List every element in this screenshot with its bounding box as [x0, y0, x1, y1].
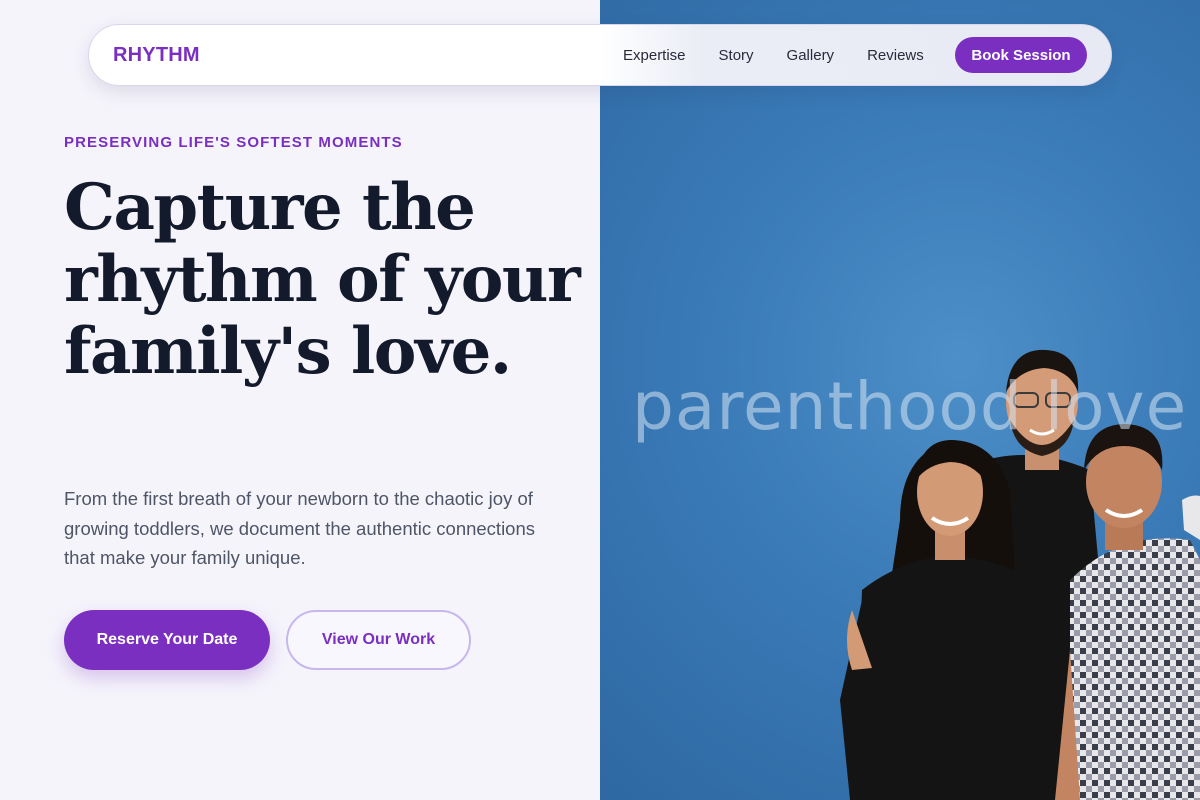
hero-lede: From the first breath of your newborn to…	[64, 488, 536, 568]
nav-link-story[interactable]: Story	[719, 47, 754, 64]
reserve-date-button[interactable]: Reserve Your Date	[64, 610, 270, 670]
nav-link-reviews[interactable]: Reviews	[867, 47, 924, 64]
nav-link-gallery[interactable]: Gallery	[787, 47, 835, 64]
nav-link-expertise[interactable]: Expertise	[623, 47, 686, 64]
view-work-button[interactable]: View Our Work	[286, 610, 471, 670]
top-nav: RHYTHM Expertise Story Gallery Reviews B…	[88, 24, 1112, 86]
nav-links: Expertise Story Gallery Reviews	[623, 47, 957, 64]
photo-watermark: parenthood love	[632, 368, 1188, 445]
person-edge	[1182, 495, 1200, 540]
hero-eyebrow: PRESERVING LIFE'S SOFTEST MOMENTS	[64, 134, 403, 151]
book-session-button[interactable]: Book Session	[955, 37, 1087, 73]
hero-headline: Capture the rhythm of your family's love…	[64, 170, 581, 389]
brand-logo[interactable]: RHYTHM	[113, 44, 200, 67]
hero-photo: parenthood love	[600, 0, 1200, 800]
